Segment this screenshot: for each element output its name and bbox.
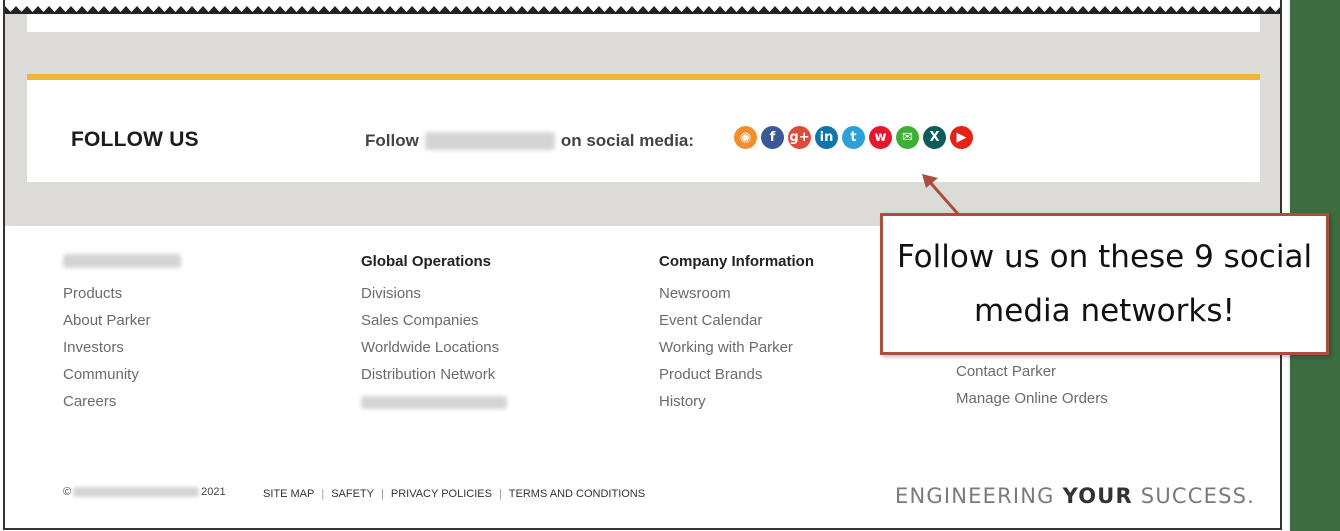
- column-heading: Global Operations: [361, 252, 492, 270]
- google-plus-icon[interactable]: g+: [788, 126, 811, 149]
- copyright-year: 2021: [201, 486, 226, 498]
- copyright-symbol: ©: [63, 486, 72, 498]
- xing-icon[interactable]: X: [923, 126, 946, 149]
- footer-link[interactable]: History: [659, 388, 814, 415]
- global-operations-links: Divisions Sales Companies Worldwide Locati…: [361, 280, 507, 415]
- rss-icon[interactable]: ◉: [734, 126, 757, 149]
- link-separator: |: [321, 488, 325, 500]
- follow-prefix: Follow: [365, 131, 419, 150]
- follow-text: Follow on social media:: [365, 131, 694, 151]
- tagline-emphasis: YOUR: [1062, 484, 1133, 508]
- legal-link[interactable]: SITE MAP: [263, 488, 314, 500]
- company-information-links: Newsroom Event Calendar Working with Parke…: [659, 280, 814, 415]
- redacted-company-name: [73, 487, 200, 497]
- follow-us-section: FOLLOW US Follow on social media: ◉ f g+ in…: [27, 74, 1260, 182]
- tagline-part: ENGINEERING: [895, 484, 1055, 508]
- social-icons: ◉ f g+ in t w ✉ X ▶: [734, 126, 973, 149]
- footer-link[interactable]: About Parker: [63, 307, 181, 334]
- copyright: © 2021: [63, 486, 226, 498]
- annotation-callout: Follow us on these 9 social media networ…: [880, 213, 1329, 355]
- legal-link[interactable]: PRIVACY POLICIES: [391, 488, 492, 500]
- footer-column-contact: Contact Parker Manage Online Orders: [956, 358, 1108, 412]
- footer-link[interactable]: Contact Parker: [956, 358, 1108, 385]
- footer-link[interactable]: Event Calendar: [659, 307, 814, 334]
- link-separator: |: [381, 488, 384, 500]
- redacted-company-name: [424, 132, 555, 150]
- callout-text: Follow us on these 9 social media networ…: [896, 239, 1313, 329]
- footer-link[interactable]: Sales Companies: [361, 307, 507, 334]
- brand-tagline: ENGINEERING YOUR SUCCESS.: [895, 484, 1255, 508]
- footer-link[interactable]: Investors: [63, 334, 181, 361]
- footer-link[interactable]: Working with Parker: [659, 334, 814, 361]
- footer-link[interactable]: Manage Online Orders: [956, 385, 1108, 412]
- legal-link[interactable]: SAFETY: [331, 488, 374, 500]
- contact-links: Contact Parker Manage Online Orders: [956, 358, 1108, 412]
- footer-link-redacted[interactable]: [361, 388, 507, 415]
- twitter-icon[interactable]: t: [842, 126, 865, 149]
- torn-edge: [5, 0, 1280, 14]
- footer-link[interactable]: Community: [63, 361, 181, 388]
- company-links: Products About Parker Investors Community Ca…: [63, 280, 181, 415]
- footer-link[interactable]: Careers: [63, 388, 181, 415]
- footer-column-company: Products About Parker Investors Community Ca…: [63, 250, 181, 415]
- follow-us-title: FOLLOW US: [71, 128, 199, 151]
- footer-link[interactable]: Divisions: [361, 280, 507, 307]
- redacted-heading: [63, 254, 181, 268]
- footer-link[interactable]: Product Brands: [659, 361, 814, 388]
- linkedin-icon[interactable]: in: [815, 126, 838, 149]
- link-separator: |: [498, 488, 502, 500]
- column-heading-redacted: [63, 250, 181, 272]
- footer-link[interactable]: Worldwide Locations: [361, 334, 507, 361]
- follow-suffix: on social media:: [560, 131, 695, 150]
- youtube-icon[interactable]: ▶: [950, 126, 973, 149]
- footer-link[interactable]: Products: [63, 280, 181, 307]
- legal-link[interactable]: TERMS AND CONDITIONS: [509, 488, 645, 500]
- redacted-link: [361, 395, 507, 409]
- footer-link[interactable]: Newsroom: [659, 280, 814, 307]
- wechat-icon[interactable]: ✉: [896, 126, 919, 149]
- footer-column-global-operations: Global Operations Divisions Sales Compani…: [361, 250, 507, 415]
- weibo-icon[interactable]: w: [869, 126, 892, 149]
- footer-link[interactable]: Distribution Network: [361, 361, 507, 388]
- tagline-part: SUCCESS.: [1140, 484, 1256, 508]
- legal-links: SITE MAP | SAFETY | PRIVACY POLICIES | TERMS A…: [263, 488, 645, 500]
- column-heading: Company Information: [659, 252, 815, 270]
- facebook-icon[interactable]: f: [761, 126, 784, 149]
- footer-column-company-information: Company Information Newsroom Event Calend…: [659, 250, 814, 415]
